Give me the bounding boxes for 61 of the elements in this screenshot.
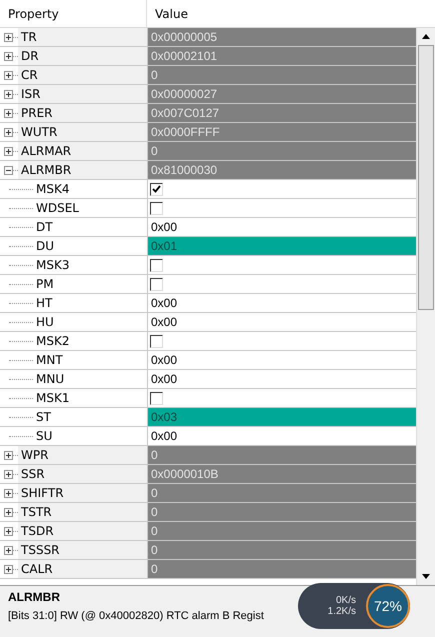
expand-toggle[interactable] [4, 32, 13, 42]
description-text: [Bits 31:0] RW (@ 0x40002820) RTC alarm B Regist [8, 610, 264, 622]
register-name: TSTR [18, 503, 147, 521]
register-value[interactable]: 0 [147, 522, 416, 540]
expand-toggle[interactable] [4, 90, 13, 98]
checkbox[interactable] [150, 258, 163, 272]
register-name: DR [18, 47, 147, 65]
expand-toggle[interactable] [4, 564, 13, 574]
expand-toggle[interactable] [4, 488, 13, 498]
register-value[interactable]: 0 [147, 66, 416, 84]
register-value[interactable]: 0 [147, 560, 416, 578]
register-value[interactable]: 0x81000030 [147, 161, 416, 179]
register-name: SHIFTR [18, 484, 147, 502]
register-name: CR [18, 66, 147, 84]
register-value[interactable]: 0x00000027 [147, 85, 416, 103]
expand-toggle[interactable] [4, 146, 13, 156]
collapse-toggle[interactable] [4, 166, 13, 174]
register-name: ISR [18, 85, 147, 103]
usage-percent: 72% [366, 584, 410, 628]
expand-toggle[interactable] [4, 128, 13, 136]
register-name: CALR [18, 560, 147, 578]
register-name: ALRMBR [18, 161, 147, 179]
expand-toggle[interactable] [4, 546, 13, 554]
checkbox[interactable] [150, 278, 163, 290]
up-arrow-icon [422, 34, 430, 39]
register-value[interactable]: 0x007C0127 [147, 104, 416, 122]
description-title: ALRMBR [8, 590, 60, 604]
register-value[interactable]: 0x00000005 [147, 28, 416, 46]
expand-toggle[interactable] [4, 470, 13, 478]
checkbox[interactable] [150, 182, 163, 196]
register-name: TR [18, 28, 147, 46]
register-name: WPR [18, 446, 147, 464]
register-value[interactable]: 0 [147, 484, 416, 502]
register-value[interactable]: 0 [147, 446, 416, 464]
checkbox[interactable] [150, 334, 163, 348]
checkbox[interactable] [150, 202, 163, 214]
scrollbar[interactable] [416, 28, 435, 585]
register-value[interactable]: 0x00002101 [147, 47, 416, 65]
register-name: SSR [18, 465, 147, 483]
register-name: WUTR [18, 123, 147, 141]
expand-toggle[interactable] [4, 526, 13, 536]
expand-toggle[interactable] [4, 108, 13, 118]
down-arrow-icon [422, 574, 430, 579]
checkbox[interactable] [150, 392, 163, 404]
field-value[interactable]: 0x03 [147, 408, 416, 426]
upload-rate: 0K/s [336, 595, 356, 606]
register-value[interactable]: 0 [147, 503, 416, 521]
register-value[interactable]: 0x0000010B [147, 465, 416, 483]
expand-toggle[interactable] [4, 450, 13, 460]
register-value[interactable]: 0 [147, 142, 416, 160]
register-value[interactable]: 0x0000FFFF [147, 123, 416, 141]
expand-toggle[interactable] [4, 508, 13, 516]
expand-toggle[interactable] [4, 70, 13, 80]
register-name: ALRMAR [18, 142, 147, 160]
register-name: TSSSR [18, 541, 147, 559]
download-rate: 1.2K/s [328, 606, 356, 617]
register-name: TSDR [18, 522, 147, 540]
register-name: PRER [18, 104, 147, 122]
field-value[interactable]: 0x01 [147, 237, 416, 255]
register-value[interactable]: 0 [147, 541, 416, 559]
expand-toggle[interactable] [4, 52, 13, 60]
